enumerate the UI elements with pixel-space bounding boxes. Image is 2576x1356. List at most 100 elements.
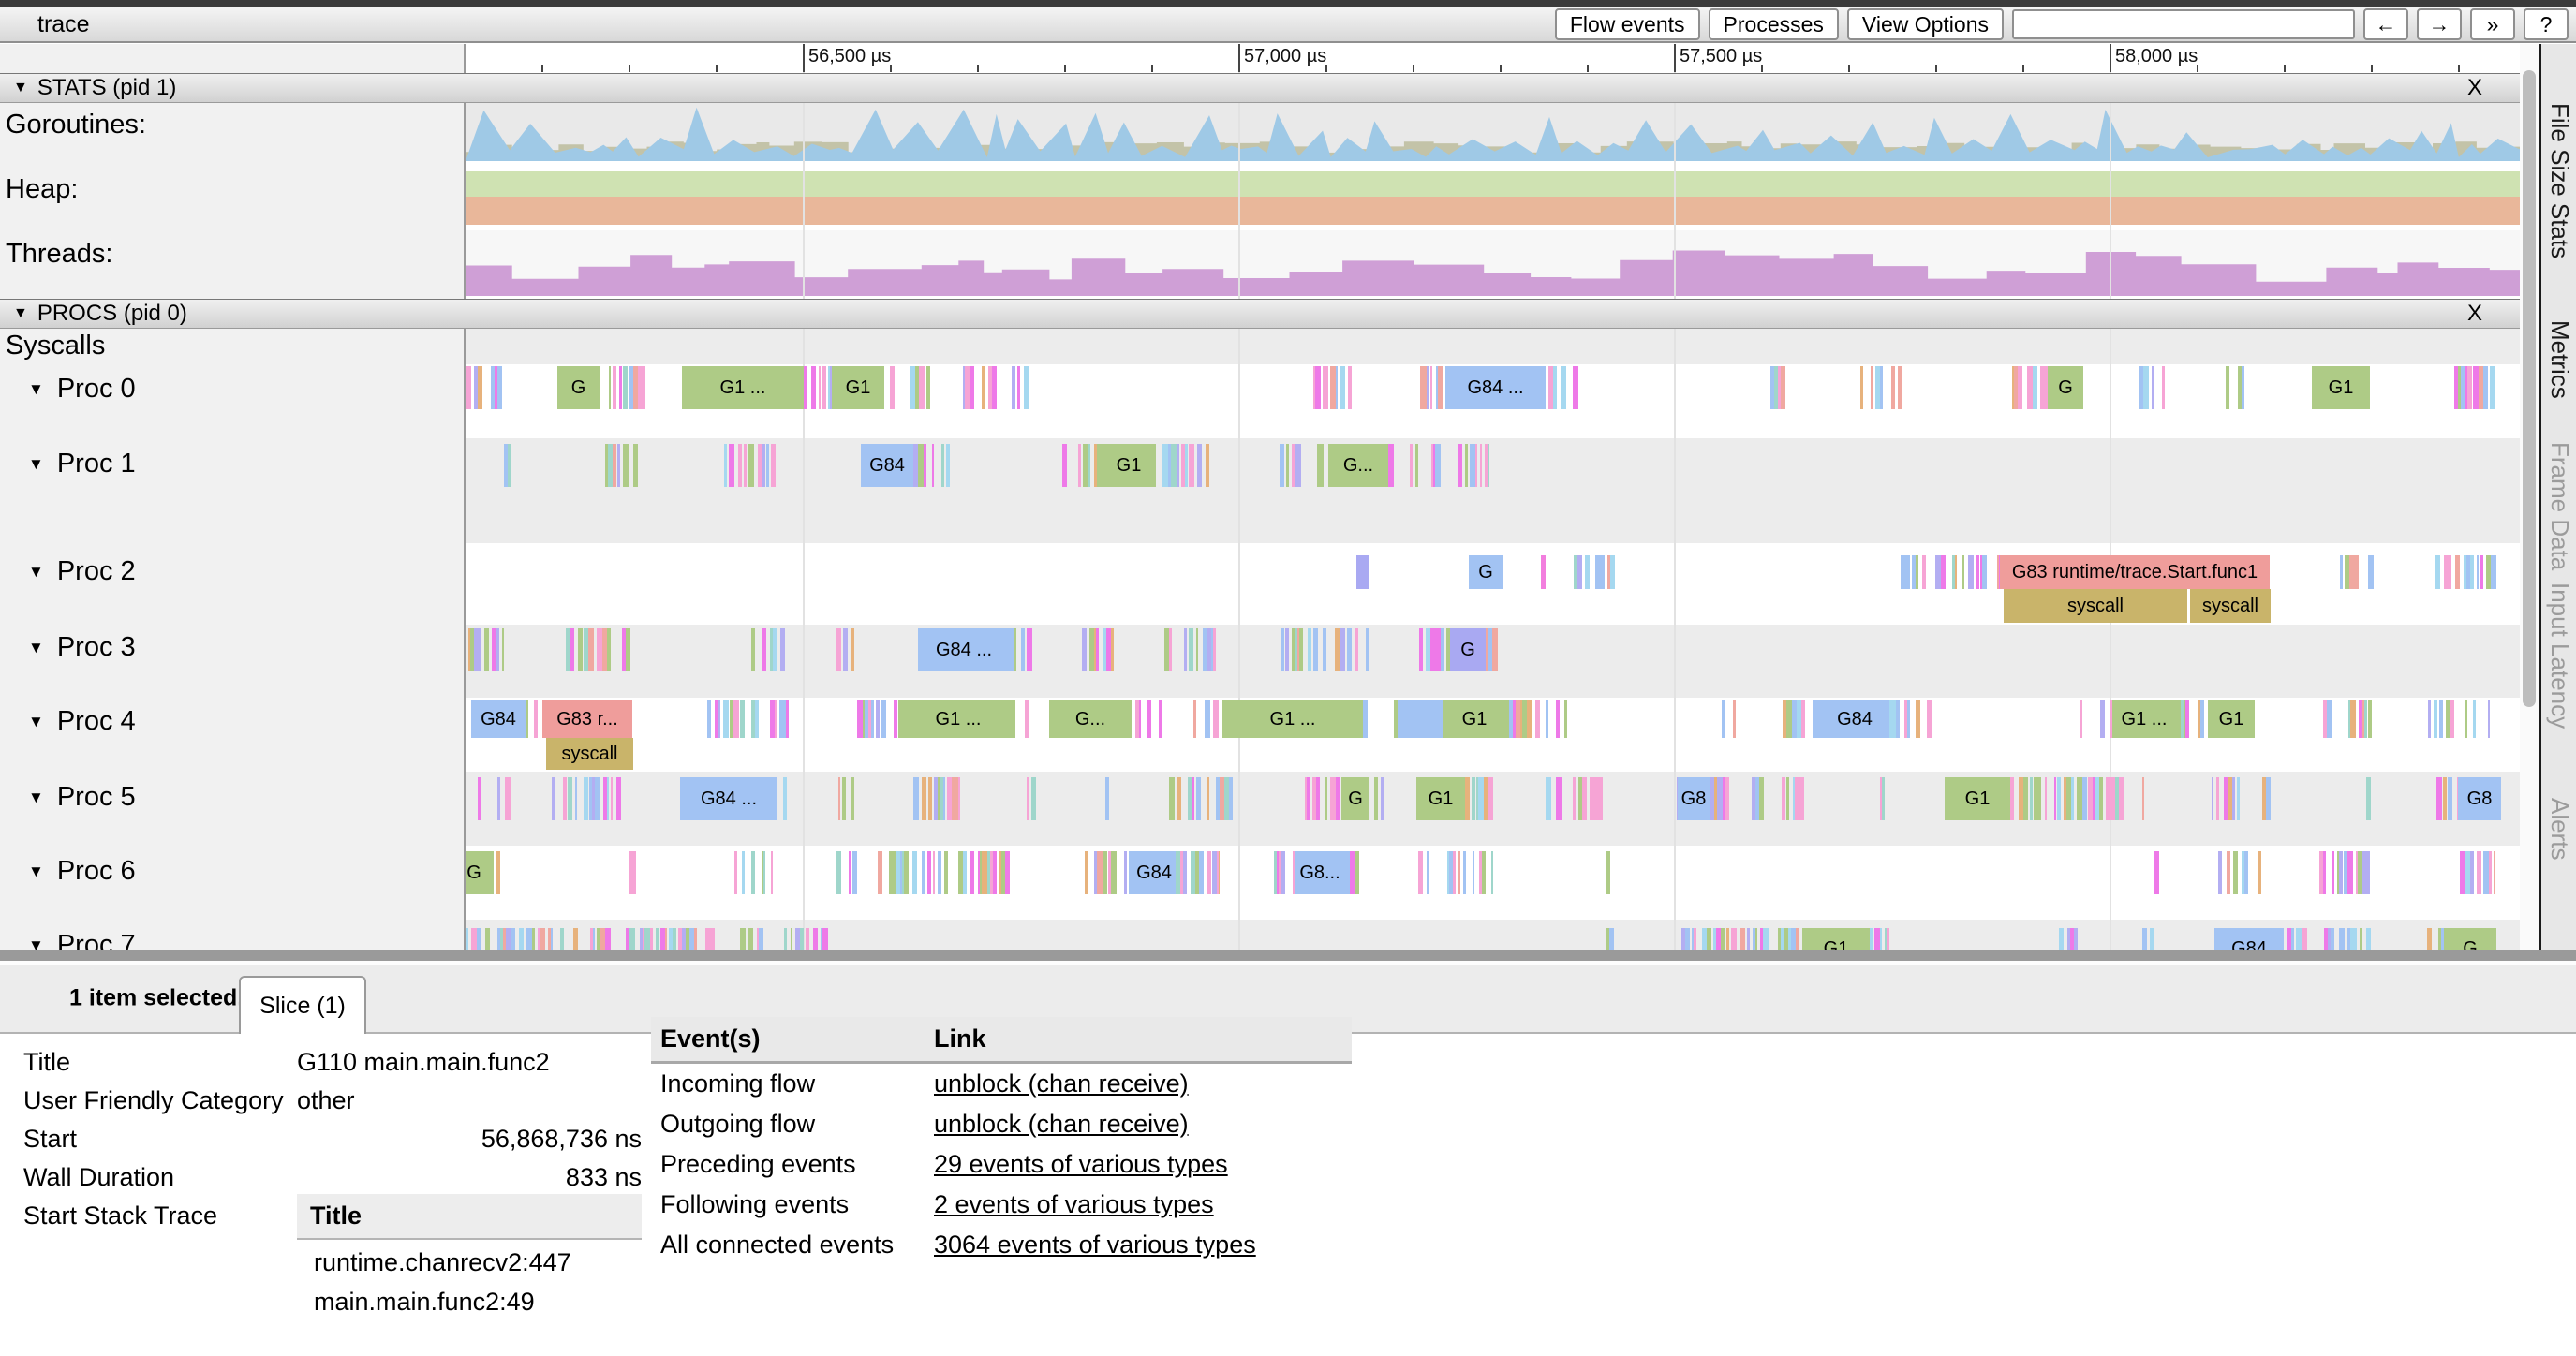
trace-event-stripe[interactable] — [1085, 851, 1088, 894]
trace-event-stripe[interactable] — [2470, 851, 2474, 894]
trace-event-stripe[interactable] — [2340, 555, 2343, 589]
trace-event-stripe[interactable] — [763, 851, 765, 894]
trace-event-stripe[interactable] — [2365, 851, 2370, 894]
trace-event-stripe[interactable] — [611, 777, 614, 820]
trace-event-stripe[interactable] — [852, 851, 857, 894]
goroutine-slice[interactable]: G84 — [861, 444, 913, 487]
trace-event-stripe[interactable] — [1355, 628, 1358, 671]
trace-event-stripe[interactable] — [881, 700, 886, 738]
track-label-proc-4[interactable]: ▼Proc 4 — [6, 706, 136, 737]
trace-event-stripe[interactable] — [723, 700, 729, 738]
trace-event-stripe[interactable] — [2080, 700, 2082, 738]
trace-event-stripe[interactable] — [759, 928, 763, 950]
trace-event-stripe[interactable] — [1103, 851, 1107, 894]
trace-event-stripe[interactable] — [1285, 628, 1289, 671]
trace-event-stripe[interactable] — [1286, 444, 1289, 487]
trace-event-stripe[interactable] — [1733, 700, 1736, 738]
trace-event-stripe[interactable] — [780, 628, 786, 671]
trace-event-stripe[interactable] — [1017, 366, 1020, 409]
trace-event-stripe[interactable] — [1796, 928, 1798, 950]
trace-event-stripe[interactable] — [748, 928, 752, 950]
trace-event-stripe[interactable] — [2491, 555, 2496, 589]
trace-event-stripe[interactable] — [734, 851, 737, 894]
goroutine-slice[interactable]: G1 — [2312, 366, 2370, 409]
trace-event-stripe[interactable] — [922, 777, 926, 820]
trace-event-stripe[interactable] — [843, 628, 847, 671]
trace-event-stripe[interactable] — [2119, 777, 2123, 820]
trace-event-stripe[interactable] — [1871, 366, 1873, 409]
trace-event-stripe[interactable] — [1193, 700, 1196, 738]
trace-event-stripe[interactable] — [1480, 444, 1482, 487]
event-link[interactable]: unblock (chan receive) — [934, 1110, 1189, 1138]
trace-event-stripe[interactable] — [1196, 777, 1201, 820]
panel-resize-handle[interactable] — [0, 950, 2576, 965]
trace-event-stripe[interactable] — [1573, 777, 1576, 820]
trace-event-stripe[interactable] — [970, 851, 975, 894]
trace-event-stripe[interactable] — [2434, 700, 2436, 738]
trace-event-stripe[interactable] — [502, 628, 504, 671]
event-link[interactable]: 2 events of various types — [934, 1190, 1214, 1218]
trace-event-stripe[interactable] — [1463, 851, 1466, 894]
trace-event-stripe[interactable] — [992, 366, 997, 409]
trace-event-stripe[interactable] — [1546, 700, 1548, 738]
trace-event-stripe[interactable] — [1217, 851, 1219, 894]
trace-event-stripe[interactable] — [489, 851, 494, 894]
trace-event-stripe[interactable] — [1381, 777, 1384, 820]
trace-event-stripe[interactable] — [811, 366, 816, 409]
trace-event-stripe[interactable] — [2368, 700, 2372, 738]
goroutine-slice[interactable]: G — [2444, 928, 2496, 950]
trace-event-stripe[interactable] — [1733, 928, 1737, 950]
trace-event-stripe[interactable] — [2477, 851, 2481, 894]
trace-event-stripe[interactable] — [1556, 777, 1562, 820]
goroutine-slice[interactable]: G1 ... — [2112, 700, 2176, 738]
trace-event-stripe[interactable] — [2227, 851, 2230, 894]
trace-event-stripe[interactable] — [1553, 366, 1557, 409]
trace-event-stripe[interactable] — [623, 366, 627, 409]
view-options-button[interactable]: View Options — [1847, 8, 2004, 40]
goroutine-slice[interactable]: G — [1450, 628, 1486, 671]
event-link[interactable]: 29 events of various types — [934, 1150, 1228, 1178]
trace-event-stripe[interactable] — [1213, 628, 1216, 671]
collapse-icon[interactable]: ▼ — [28, 563, 44, 582]
trace-event-stripe[interactable] — [1982, 555, 1987, 589]
trace-event-stripe[interactable] — [2232, 777, 2235, 820]
trace-event-stripe[interactable] — [970, 366, 974, 409]
trace-event-stripe[interactable] — [1088, 444, 1089, 487]
trace-event-stripe[interactable] — [673, 928, 676, 950]
track-label-proc-3[interactable]: ▼Proc 3 — [6, 632, 136, 663]
trace-event-stripe[interactable] — [2059, 928, 2064, 950]
trace-event-stripe[interactable] — [650, 928, 653, 950]
trace-event-stripe[interactable] — [1755, 928, 1757, 950]
trace-event-stripe[interactable] — [1907, 700, 1910, 738]
trace-event-stripe[interactable] — [568, 777, 572, 820]
trace-event-stripe[interactable] — [724, 444, 726, 487]
trace-event-stripe[interactable] — [1027, 777, 1029, 820]
trace-event-stripe[interactable] — [1189, 628, 1194, 671]
trace-event-stripe[interactable] — [2200, 700, 2205, 738]
trace-event-stripe[interactable] — [2323, 851, 2326, 894]
trace-event-stripe[interactable] — [1027, 628, 1032, 671]
trace-event-stripe[interactable] — [1916, 700, 1920, 738]
trace-event-stripe[interactable] — [1183, 851, 1187, 894]
trace-event-stripe[interactable] — [2428, 700, 2431, 738]
trace-event-stripe[interactable] — [551, 928, 554, 950]
trace-event-stripe[interactable] — [775, 700, 777, 738]
trace-event-stripe[interactable] — [1299, 628, 1303, 671]
trace-event-stripe[interactable] — [1465, 444, 1468, 487]
trace-event-stripe[interactable] — [1488, 777, 1493, 820]
trace-event-stripe[interactable] — [1473, 851, 1474, 894]
trace-event-stripe[interactable] — [1308, 628, 1310, 671]
trace-event-stripe[interactable] — [2074, 928, 2078, 950]
goroutine-slice[interactable]: G1 — [1416, 777, 1465, 820]
goroutine-slice[interactable]: G1 — [832, 366, 884, 409]
track-label-proc-6[interactable]: ▼Proc 6 — [6, 856, 136, 887]
goroutine-slice[interactable]: G84 — [1820, 700, 1889, 738]
trace-event-stripe[interactable] — [982, 366, 985, 409]
trace-event-stripe[interactable] — [2010, 777, 2014, 820]
trace-event-stripe[interactable] — [709, 928, 714, 950]
trace-event-stripe[interactable] — [478, 777, 481, 820]
trace-event-stripe[interactable] — [1882, 777, 1885, 820]
trace-event-stripe[interactable] — [1207, 777, 1209, 820]
trace-event-stripe[interactable] — [2100, 700, 2105, 738]
goroutine-slice[interactable]: G1 ... — [901, 700, 1015, 738]
